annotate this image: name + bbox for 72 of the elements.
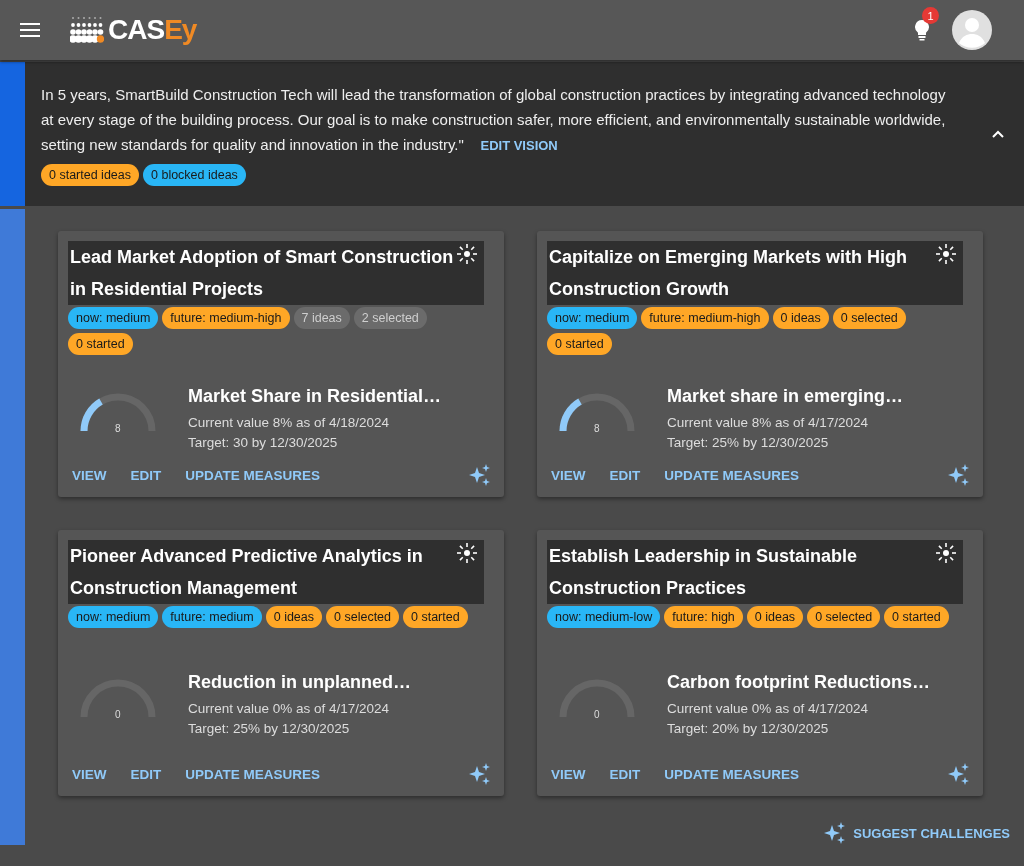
logo-dots-icon — [70, 15, 104, 45]
status-tag: future: medium-high — [641, 307, 769, 329]
target-value: Target: 30 by 12/30/2025 — [188, 433, 339, 452]
current-value: Current value 8% as of 4/17/2024 — [667, 413, 870, 432]
status-tag: 0 selected — [326, 606, 399, 628]
status-tag: 0 started — [884, 606, 949, 628]
sparkle-burst-icon[interactable] — [935, 243, 957, 265]
sparkle-burst-icon[interactable] — [456, 243, 478, 265]
status-tag: 0 ideas — [772, 307, 829, 329]
status-tag: 0 started — [547, 333, 612, 355]
status-tag: now: medium — [547, 307, 638, 329]
card-action-link[interactable]: EDIT — [130, 467, 162, 483]
measure-name: Market Share in Residential… — [188, 385, 442, 407]
avatar-icon[interactable] — [952, 10, 992, 50]
collapse-icon[interactable] — [992, 130, 1004, 138]
menu-icon[interactable] — [20, 23, 40, 37]
measure-name: Market share in emerging… — [667, 385, 904, 407]
status-tag: now: medium — [68, 307, 159, 329]
status-tag: 0 selected — [807, 606, 881, 628]
idea-count-tag: 0 blocked ideas — [143, 164, 246, 186]
card-action-link[interactable]: UPDATE MEASURES — [664, 766, 800, 782]
card-action-link[interactable]: EDIT — [130, 766, 162, 782]
idea-count-tag: 0 started ideas — [41, 164, 139, 186]
card-action-link[interactable]: VIEW — [72, 766, 107, 782]
status-tag: 0 started — [68, 333, 133, 355]
challenge-title: Lead Market Adoption of Smart Construction in Residential Projects — [70, 246, 455, 301]
logo-text: CASEy — [108, 14, 197, 46]
status-tag: 0 selected — [832, 307, 906, 329]
sparkles-icon[interactable] — [947, 463, 971, 487]
lightbulb-icon[interactable] — [914, 19, 930, 41]
sparkles-icon[interactable] — [468, 762, 492, 786]
status-tag: future: high — [664, 606, 743, 628]
card-action-link[interactable]: EDIT — [609, 467, 641, 483]
gauge-value: 8 — [115, 423, 121, 434]
vision-text: In 5 years, SmartBuild Construction Tech will lead the transformation of global construction practices by integrating advanced technology at every stage of the building process. Our goal is to make construction safer, more efficient, and environmentally sustainable worldwide, setting new standards for quality and innovation in the industry." EDIT VISION — [41, 85, 947, 155]
card-action-link[interactable]: EDIT — [609, 766, 641, 782]
target-value: Target: 20% by 12/30/2025 — [667, 719, 830, 738]
gauge-value: 0 — [594, 709, 600, 720]
challenge-title: Capitalize on Emerging Markets with High Construction Growth — [549, 246, 909, 301]
status-tag: 0 ideas — [265, 606, 323, 628]
status-tag: 2 selected — [353, 307, 427, 329]
current-value: Current value 8% as of 4/18/2024 — [188, 413, 391, 432]
status-tag: future: medium — [162, 606, 262, 628]
gauge-value: 8 — [594, 423, 600, 434]
card-action-link[interactable]: UPDATE MEASURES — [185, 766, 321, 782]
status-tag: 0 ideas — [746, 606, 804, 628]
sparkle-burst-icon[interactable] — [456, 542, 478, 564]
edit-vision-link[interactable]: EDIT VISION — [480, 138, 558, 153]
target-value: Target: 25% by 12/30/2025 — [667, 433, 830, 452]
measure-name: Carbon footprint Reductions… — [667, 671, 930, 693]
notification-badge: 1 — [922, 7, 939, 24]
current-value: Current value 0% as of 4/17/2024 — [188, 699, 391, 718]
card-action-link[interactable]: VIEW — [72, 467, 107, 483]
status-tag: now: medium-low — [547, 606, 661, 628]
sparkles-icon[interactable] — [468, 463, 492, 487]
card-action-link[interactable]: VIEW — [551, 766, 586, 782]
card-action-link[interactable]: UPDATE MEASURES — [185, 467, 321, 483]
status-tag: now: medium — [68, 606, 159, 628]
challenge-title: Establish Leadership in Sustainable Construction Practices — [549, 545, 859, 600]
status-tag: 0 started — [403, 606, 468, 628]
card-action-link[interactable]: UPDATE MEASURES — [664, 467, 800, 483]
status-tag: future: medium-high — [162, 307, 290, 329]
current-value: Current value 0% as of 4/17/2024 — [667, 699, 870, 718]
sparkles-icon[interactable] — [947, 762, 971, 786]
target-value: Target: 25% by 12/30/2025 — [188, 719, 351, 738]
card-action-link[interactable]: VIEW — [551, 467, 586, 483]
suggest-challenges-button[interactable]: SUGGEST CHALLENGES — [823, 821, 1010, 845]
challenge-title: Pioneer Advanced Predictive Analytics in Construction Management — [70, 545, 424, 600]
status-tag: 7 ideas — [293, 307, 350, 329]
measure-name: Reduction in unplanned… — [188, 671, 411, 693]
gauge-value: 0 — [115, 709, 121, 720]
sparkle-burst-icon[interactable] — [935, 542, 957, 564]
